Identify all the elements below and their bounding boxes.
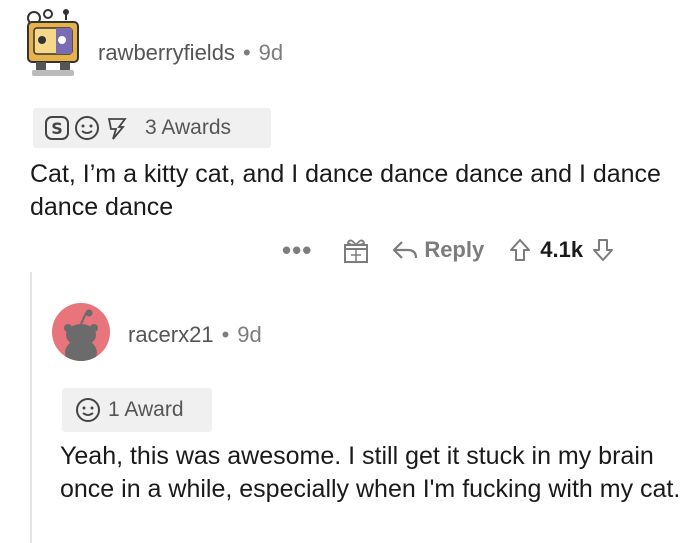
reply-label: Reply — [424, 237, 485, 262]
svg-text:S: S — [51, 119, 63, 138]
wholesome-award-icon — [76, 398, 100, 422]
vote-count: 4.1k — [540, 237, 584, 262]
reply-button[interactable]: Reply — [392, 237, 484, 263]
robot-avatar-icon — [27, 9, 79, 76]
more-options-button[interactable]: ••• — [282, 235, 312, 266]
vote-controls: 4.1k — [508, 237, 615, 263]
username[interactable]: rawberryfields — [98, 40, 235, 65]
comment-body: Yeah, this was awesome. I still get it s… — [60, 442, 681, 503]
awards-bar[interactable]: S 3 Awards — [33, 108, 271, 148]
awards-bar[interactable]: 1 Award — [62, 388, 212, 432]
reply-arrow-icon — [393, 241, 418, 259]
helpful-award-icon — [107, 118, 127, 140]
timestamp[interactable]: 9d — [237, 322, 261, 347]
upvote-icon[interactable] — [508, 237, 532, 263]
avatar[interactable] — [52, 303, 110, 361]
comment-actions: ••• Reply 4.1k — [272, 228, 682, 272]
awards-count: 3 Awards — [145, 116, 231, 139]
awards-count: 1 Award — [108, 398, 184, 421]
separator: • — [221, 322, 230, 347]
comment-header: rawberryfields • 9d — [98, 40, 283, 66]
comment-body: Cat, I’m a kitty cat, and I dance dance … — [30, 160, 661, 221]
snoo-avatar-icon — [64, 309, 98, 361]
timestamp[interactable]: 9d — [259, 40, 283, 65]
separator: • — [242, 40, 251, 65]
thread-line[interactable] — [30, 272, 32, 543]
gift-icon[interactable] — [342, 235, 370, 265]
comment-header: racerx21 • 9d — [128, 322, 262, 348]
username[interactable]: racerx21 — [128, 322, 214, 347]
avatar[interactable] — [22, 8, 84, 78]
silver-award-icon: S — [45, 116, 69, 140]
downvote-icon[interactable] — [591, 237, 615, 263]
wholesome-award-icon — [75, 116, 99, 140]
